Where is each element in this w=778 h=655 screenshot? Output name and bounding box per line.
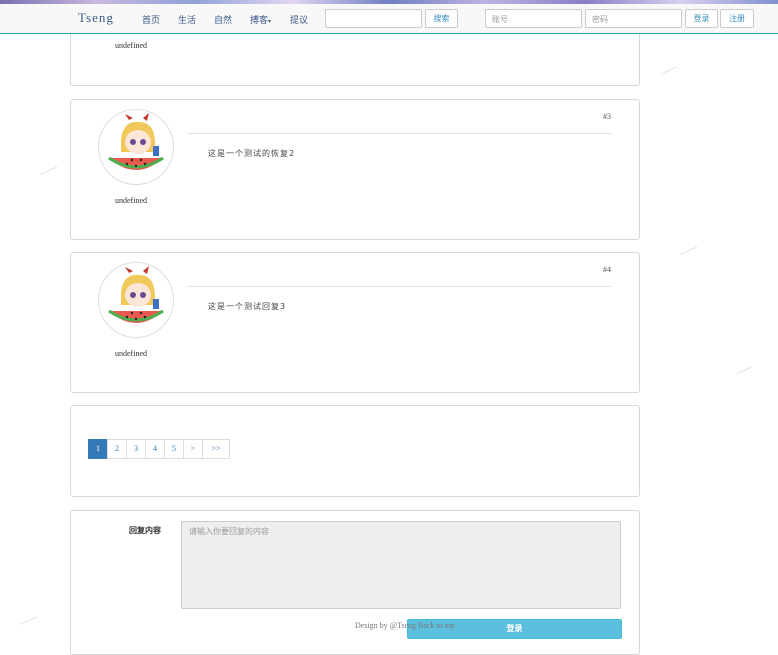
reply-content-label: 回复内容 (129, 526, 161, 535)
nav-link-nature[interactable]: 自然 (214, 13, 232, 26)
background-speck (735, 366, 753, 375)
brand-logo[interactable]: Tseng (78, 10, 114, 26)
post-floor-number: #3 (603, 112, 611, 121)
post-floor-number: #4 (603, 265, 611, 274)
register-button[interactable]: 注册 (720, 9, 754, 28)
avatar-icon[interactable] (98, 262, 174, 338)
nav-link-blog-dropdown[interactable]: 搏客▾ (250, 13, 271, 26)
last-page-button[interactable]: >> (202, 439, 230, 459)
post-divider (187, 286, 612, 287)
background-speck (20, 616, 38, 625)
nav-link-blog-label: 搏客 (250, 16, 269, 26)
avatar-icon[interactable] (98, 109, 174, 185)
nav-link-life[interactable]: 生活 (178, 13, 196, 26)
post-content: 这是一个测试的恢复2 (208, 149, 296, 158)
background-speck (40, 166, 58, 175)
post-content: 这是一个测试回复3 (208, 302, 287, 311)
post-username: undefined (115, 41, 147, 50)
reply-textarea[interactable]: 请输入你要回复的内容 (181, 521, 621, 609)
password-input[interactable]: 密码 (585, 9, 682, 28)
post-card: undefined #4 这是一个测试回复3 (70, 252, 640, 393)
navbar: Tseng 首页 生活 自然 搏客▾ 提议 搜索 账号 密码 登录 注册 (0, 4, 778, 34)
login-button[interactable]: 登录 (685, 9, 718, 28)
pagination: 1 2 3 4 5 > >> (88, 439, 230, 459)
pagination-card: 1 2 3 4 5 > >> (70, 405, 640, 497)
post-divider (187, 133, 612, 134)
nav-link-suggest[interactable]: 提议 (290, 13, 308, 26)
reply-form-card: 回复内容 请输入你要回复的内容 登录 (70, 510, 640, 655)
next-page-button[interactable]: > (183, 439, 203, 459)
page-5-button[interactable]: 5 (164, 439, 184, 459)
footer-text[interactable]: Design by @Tseng Back to top (355, 621, 455, 630)
caret-down-icon: ▾ (268, 18, 272, 25)
username-input[interactable]: 账号 (485, 9, 582, 28)
search-input[interactable] (325, 9, 422, 28)
background-speck (680, 246, 698, 255)
page-3-button[interactable]: 3 (126, 439, 146, 459)
nav-link-home[interactable]: 首页 (142, 13, 160, 26)
post-card: undefined #3 这是一个测试的恢复2 (70, 99, 640, 240)
page-4-button[interactable]: 4 (145, 439, 165, 459)
page-1-button[interactable]: 1 (88, 439, 108, 459)
post-card-previous: undefined (70, 34, 640, 86)
post-username: undefined (115, 196, 147, 205)
post-username: undefined (115, 349, 147, 358)
background-speck (660, 66, 678, 75)
search-button[interactable]: 搜索 (425, 9, 458, 28)
page-2-button[interactable]: 2 (107, 439, 127, 459)
